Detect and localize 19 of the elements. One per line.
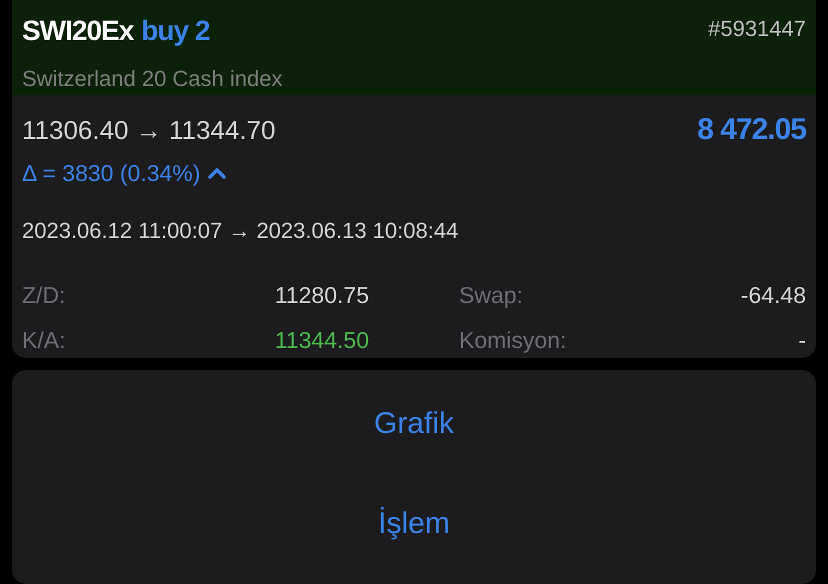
action-button[interactable]: Grafik xyxy=(12,374,816,474)
stat-label: K/A: xyxy=(22,326,66,354)
stat-label: Komisyon: xyxy=(459,326,566,354)
stat-value: - xyxy=(798,326,806,354)
symbol-description: Switzerland 20 Cash index xyxy=(22,65,282,93)
symbol-title: SWI20Ex xyxy=(22,14,134,48)
stat-value: 11344.50 xyxy=(274,326,369,354)
stat-label: Swap: xyxy=(459,280,523,310)
ticket-number: #5931447 xyxy=(708,15,806,43)
action-button[interactable]: İşlem xyxy=(12,474,816,574)
stat-label: Z/D: xyxy=(22,280,66,310)
profit-value: 8 472.05 xyxy=(697,112,806,148)
order-side: buy 2 xyxy=(141,14,210,48)
price-delta: Δ = 3830 (0.34%) xyxy=(22,158,200,188)
price-range: 11306.40 → 11344.70 xyxy=(22,114,276,146)
time-range: 2023.06.12 11:00:07 → 2023.06.13 10:08:44 xyxy=(22,217,460,245)
chevron-up-icon[interactable] xyxy=(208,166,226,179)
stat-value: -64.48 xyxy=(740,280,806,310)
stat-value: 11280.75 xyxy=(274,280,369,310)
